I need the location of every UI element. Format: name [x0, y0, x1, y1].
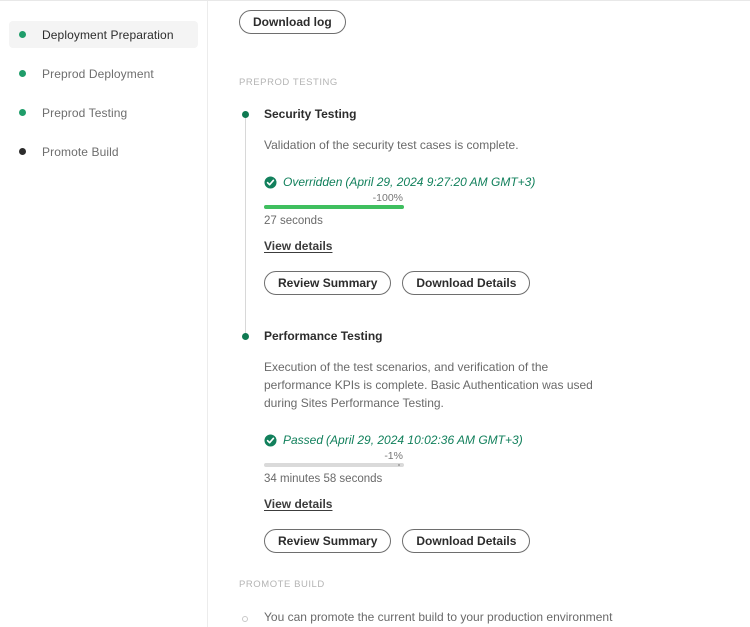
progress-bar-container: -1%	[264, 449, 404, 467]
sidebar-item-promote-build[interactable]: Promote Build	[9, 138, 198, 165]
status-timestamp: (April 29, 2024 9:27:20 AM GMT+3)	[345, 175, 536, 189]
progress-knob	[398, 464, 401, 466]
step-description: Execution of the test scenarios, and ver…	[264, 360, 593, 410]
step-title: Security Testing	[264, 107, 357, 121]
timeline-dot-icon	[242, 333, 249, 340]
timeline-step-promote-build: You can promote the current build to you…	[234, 609, 750, 627]
step-actions: Review Summary Download Details	[264, 529, 750, 553]
step-title: Performance Testing	[264, 329, 383, 343]
promote-build-timeline: You can promote the current build to you…	[234, 609, 750, 627]
promote-build-message: You can promote the current build to you…	[264, 610, 613, 624]
sidebar-item-preprod-testing[interactable]: Preprod Testing	[9, 99, 198, 126]
progress-fill	[264, 205, 404, 209]
download-details-button[interactable]: Download Details	[402, 271, 531, 295]
section-header-preprod-testing: PREPROD TESTING	[239, 77, 338, 88]
timeline-step-performance-testing: Performance Testing Execution of the tes…	[234, 328, 750, 553]
step-actions: Review Summary Download Details	[264, 271, 750, 295]
sidebar-item-label: Preprod Deployment	[42, 66, 154, 81]
preprod-testing-timeline: Security Testing Validation of the secur…	[234, 106, 750, 553]
status-dot-icon	[19, 31, 26, 38]
sidebar-item-preprod-deployment[interactable]: Preprod Deployment	[9, 60, 198, 87]
sidebar-item-label: Promote Build	[42, 144, 119, 159]
review-summary-button[interactable]: Review Summary	[264, 529, 392, 553]
status-label: Overridden (April 29, 2024 9:27:20 AM GMT…	[283, 175, 535, 189]
progress-percent-label: -100%	[372, 192, 403, 204]
progress-bar-container: -100%	[264, 191, 404, 209]
sidebar: Deployment Preparation Preprod Deploymen…	[0, 1, 208, 627]
status-row: Overridden (April 29, 2024 9:27:20 AM GMT…	[264, 175, 750, 189]
progress-track	[264, 463, 404, 467]
step-description: Validation of the security test cases is…	[264, 138, 519, 152]
main-content: Download log PREPROD TESTING Security Te…	[208, 1, 750, 627]
progress-track	[264, 205, 404, 209]
toolbar: Download log	[208, 1, 750, 34]
status-timestamp: (April 29, 2024 10:02:36 AM GMT+3)	[326, 433, 523, 447]
duration-label: 27 seconds	[264, 215, 323, 227]
status-value: Overridden	[283, 175, 343, 189]
view-details-link[interactable]: View details	[264, 239, 332, 253]
status-value: Passed	[283, 433, 324, 447]
sidebar-item-label: Deployment Preparation	[42, 27, 174, 42]
check-circle-icon	[264, 175, 277, 189]
status-label: Passed (April 29, 2024 10:02:36 AM GMT+3)	[283, 433, 523, 447]
status-row: Passed (April 29, 2024 10:02:36 AM GMT+3)	[264, 433, 750, 447]
timeline-dot-icon	[242, 111, 249, 118]
review-summary-button[interactable]: Review Summary	[264, 271, 392, 295]
download-details-button[interactable]: Download Details	[402, 529, 531, 553]
section-header-promote-build: PROMOTE BUILD	[239, 579, 325, 590]
progress-percent-label: -1%	[384, 450, 403, 462]
sidebar-item-label: Preprod Testing	[42, 105, 128, 120]
status-dot-icon	[19, 70, 26, 77]
timeline-dot-icon	[242, 616, 248, 622]
check-circle-icon	[264, 433, 277, 447]
timeline-step-security-testing: Security Testing Validation of the secur…	[234, 106, 750, 295]
sidebar-item-deployment-preparation[interactable]: Deployment Preparation	[9, 21, 198, 48]
view-details-link[interactable]: View details	[264, 497, 332, 511]
deployment-pipeline-page: Deployment Preparation Preprod Deploymen…	[0, 0, 750, 627]
download-log-button[interactable]: Download log	[239, 10, 346, 34]
status-dot-icon	[19, 109, 26, 116]
status-dot-icon	[19, 148, 26, 155]
duration-label: 34 minutes 58 seconds	[264, 473, 383, 485]
